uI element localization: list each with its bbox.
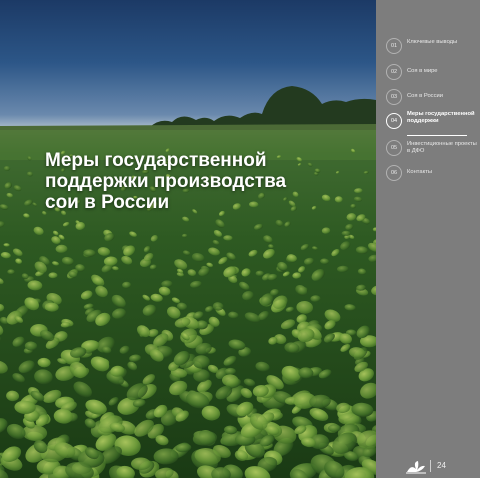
nav-item-soy-world[interactable]: 02 Соя в мире: [386, 64, 478, 90]
title-line: Меры государственной: [45, 150, 267, 171]
soybean-field-photo: [0, 0, 376, 478]
nav-item-label: Меры государственной поддержки: [407, 111, 475, 124]
nav-number-badge: 05: [386, 140, 402, 156]
nav-item-label: Контакты: [407, 169, 433, 175]
page-number: 24: [437, 461, 446, 470]
slide-title: Меры государственной поддержки производс…: [45, 150, 286, 213]
nav-number-badge: 06: [386, 165, 402, 181]
title-line: поддержки производства: [45, 171, 287, 192]
chapter-sidebar: 01 Ключевые выводы 02 Соя в мире 03 Соя …: [376, 0, 480, 478]
nav-item-label: Соя в России: [407, 93, 443, 99]
nav-item-key-findings[interactable]: 01 Ключевые выводы: [386, 38, 478, 64]
plant-logo-icon: [406, 461, 426, 474]
nav-number-badge: 01: [386, 38, 402, 54]
nav-item-label: Инвестиционные проекты в ДФО: [407, 141, 477, 154]
title-line: сои в России: [45, 192, 170, 213]
active-underline: [407, 135, 467, 136]
nav-item-label: Соя в мире: [407, 68, 438, 74]
nav-item-investment-projects[interactable]: 05 Инвестиционные проекты в ДФО: [386, 140, 478, 166]
nav-item-contacts[interactable]: 06 Контакты: [386, 165, 478, 191]
nav-number-badge: 03: [386, 89, 402, 105]
nav-item-state-support[interactable]: 04 Меры государственной поддержки: [386, 111, 478, 139]
footer-divider: [430, 460, 431, 472]
nav-number-badge: 04: [386, 113, 402, 129]
nav-number-badge: 02: [386, 64, 402, 80]
nav-item-label: Ключевые выводы: [407, 39, 458, 45]
